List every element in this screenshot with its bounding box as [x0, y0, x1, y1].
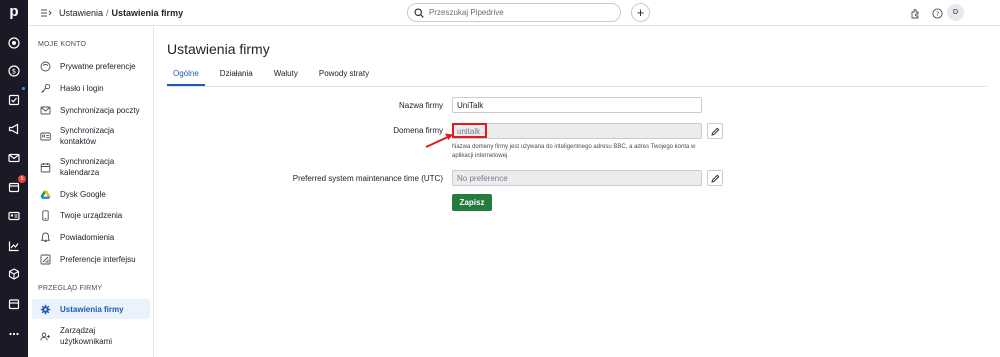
sidebar-item-label: Synchronizacja poczty — [60, 106, 140, 115]
sidebar-item-manage-users[interactable]: Zarządzaj użytkownikami — [32, 324, 150, 348]
collapse-sidebar-icon[interactable] — [40, 7, 52, 19]
svg-text:$: $ — [12, 68, 16, 76]
store-icon[interactable] — [6, 296, 22, 312]
interface-icon — [39, 254, 51, 266]
megaphone-icon[interactable] — [6, 121, 22, 137]
mail-icon — [39, 105, 51, 117]
company-name-field[interactable] — [452, 97, 702, 113]
sidebar-item-your-devices[interactable]: Twoje urządzenia — [32, 208, 150, 223]
tab-lost-reasons[interactable]: Powody straty — [313, 68, 375, 86]
breadcrumb: Ustawienia / Ustawienia firmy — [59, 8, 183, 18]
sidebar-item-label: Powiadomienia — [60, 233, 115, 242]
app-rail: p $ 5 — [0, 0, 28, 357]
bell-icon — [39, 232, 51, 244]
sidebar-item-label: Twoje urządzenia — [60, 211, 123, 220]
pencil-icon — [710, 127, 719, 136]
users-icon — [39, 330, 51, 342]
sidebar-item-label: Preferencje interfejsu — [60, 255, 136, 264]
svg-text:?: ? — [935, 10, 938, 18]
sidebar-item-label: Prywatne preferencje — [60, 62, 136, 71]
notification-dot — [22, 87, 25, 90]
google-drive-icon — [39, 189, 51, 201]
phone-icon — [39, 210, 51, 222]
maintenance-time-field[interactable] — [452, 170, 702, 186]
avatar[interactable]: D — [947, 4, 964, 21]
sidebar-item-interface-preferences[interactable]: Preferencje interfejsu — [32, 252, 150, 267]
settings-tabs: Ogólne Działania Waluty Powody straty — [167, 68, 375, 86]
edit-domain-button[interactable] — [707, 123, 723, 139]
sidebar-item-company-settings[interactable]: Ustawienia firmy — [32, 299, 150, 319]
key-icon — [39, 83, 51, 95]
extensions-icon[interactable] — [908, 6, 922, 20]
sidebar-item-notifications[interactable]: Powiadomienia — [32, 230, 150, 245]
pencil-icon — [710, 174, 719, 183]
section-title-company-overview: PRZEGLĄD FIRMY — [38, 285, 103, 292]
search-input[interactable]: Przeszukaj Pipedrive — [407, 3, 621, 22]
sidebar-item-label: Hasło i login — [60, 84, 104, 93]
maintenance-time-label: Preferred system maintenance time (UTC) — [292, 174, 443, 183]
sidebar-item-label: Synchronizacja kontaktów — [60, 126, 115, 146]
top-bar: Ustawienia / Ustawienia firmy Przeszukaj P… — [28, 0, 1000, 26]
dollar-icon[interactable]: $ — [6, 63, 22, 79]
calendar-icon — [39, 161, 51, 173]
chart-icon[interactable] — [6, 238, 22, 254]
sidebar-item-mail-sync[interactable]: Synchronizacja poczty — [32, 103, 150, 118]
tabs-divider — [167, 86, 987, 87]
breadcrumb-parent[interactable]: Ustawienia — [59, 8, 103, 18]
sidebar-item-label: Dysk Google — [60, 190, 106, 199]
tab-general[interactable]: Ogólne — [167, 68, 205, 86]
face-icon — [39, 61, 51, 73]
company-domain-field[interactable] — [452, 123, 702, 139]
search-icon — [414, 7, 424, 18]
checklist-icon[interactable] — [6, 92, 22, 108]
edit-maintenance-button[interactable] — [707, 170, 723, 186]
contact-card-icon — [39, 130, 51, 142]
quick-add-button[interactable]: + — [631, 3, 650, 22]
page-title: Ustawienia firmy — [167, 41, 270, 57]
sidebar-item-google-drive[interactable]: Dysk Google — [32, 187, 150, 202]
breadcrumb-current: Ustawienia firmy — [111, 8, 184, 18]
domain-help-text: Nazwa domeny firmy jest używana do intel… — [452, 144, 696, 159]
tab-activities[interactable]: Działania — [214, 68, 259, 86]
sidebar-item-password-login[interactable]: Hasło i login — [32, 81, 150, 96]
box-icon[interactable] — [6, 266, 22, 282]
mail-icon[interactable] — [6, 150, 22, 166]
save-button[interactable]: Zapisz — [452, 194, 492, 211]
sidebar-item-label: Synchronizacja kalendarza — [60, 157, 115, 177]
sidebar-item-private-preferences[interactable]: Prywatne preferencje — [32, 59, 150, 74]
breadcrumb-separator: / — [106, 8, 109, 18]
tab-currencies[interactable]: Waluty — [268, 68, 304, 86]
sidebar-item-calendar-sync[interactable]: Synchronizacja kalendarza — [32, 155, 150, 179]
target-icon[interactable] — [6, 35, 22, 51]
settings-sidebar: MOJE KONTO Prywatne preferencje Hasło i … — [28, 27, 154, 357]
sidebar-item-label: Zarządzaj użytkownikami — [60, 326, 113, 346]
help-icon[interactable]: ? — [930, 6, 944, 20]
more-icon[interactable] — [6, 326, 22, 342]
calendar-badge: 5 — [18, 175, 26, 183]
gear-icon — [39, 303, 51, 315]
section-title-my-account: MOJE KONTO — [38, 41, 87, 48]
sidebar-item-contacts-sync[interactable]: Synchronizacja kontaktów — [32, 124, 150, 148]
contact-card-icon[interactable] — [6, 208, 22, 224]
company-name-label: Nazwa firmy — [398, 101, 443, 110]
search-placeholder: Przeszukaj Pipedrive — [429, 8, 504, 17]
sidebar-item-label: Ustawienia firmy — [60, 304, 124, 314]
pipedrive-logo[interactable]: p — [4, 3, 24, 21]
